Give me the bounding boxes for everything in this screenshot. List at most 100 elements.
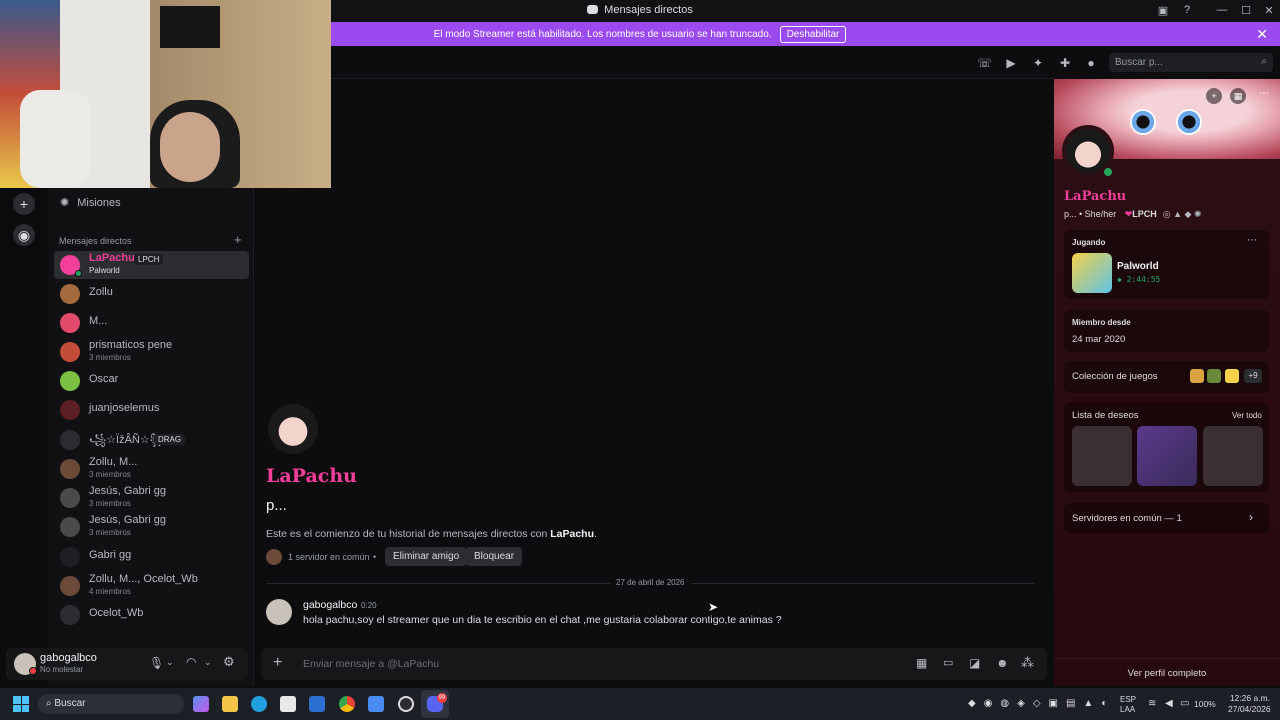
- mail-icon[interactable]: [309, 696, 325, 712]
- missions-item[interactable]: ✺ Misiones: [60, 196, 121, 209]
- wishlist-see-all[interactable]: Ver todo: [1232, 411, 1262, 420]
- new-dm-icon[interactable]: +: [234, 232, 242, 247]
- attach-plus-icon[interactable]: +: [273, 654, 282, 672]
- close-window-icon[interactable]: ✕: [1261, 4, 1277, 18]
- gift-icon[interactable]: ▦: [916, 656, 927, 670]
- gemini-icon[interactable]: [368, 696, 384, 712]
- volume-icon[interactable]: ◀: [1165, 698, 1173, 709]
- windows-start-icon[interactable]: [13, 696, 29, 712]
- composer-placeholder: Enviar mensaje a @LaPachu: [303, 658, 440, 670]
- avatar: [60, 517, 80, 537]
- tray-icons[interactable]: ◆◉◍◈◇▣▤▲◐: [968, 698, 1115, 709]
- profile-name: LaPachu: [1064, 189, 1127, 204]
- dm-name: Ocelot_Wb: [89, 607, 144, 619]
- chat-header: [331, 46, 1054, 79]
- edge-icon[interactable]: [251, 696, 267, 712]
- wishlist-item[interactable]: [1072, 426, 1132, 486]
- wishlist-card: Lista de deseos Ver todo: [1064, 402, 1269, 492]
- settings-gear-icon[interactable]: ⚙: [223, 654, 235, 670]
- message-avatar[interactable]: [266, 599, 292, 625]
- dm-list-item[interactable]: ꧁☆ÏžÂÑ☆꧂ DRAG: [54, 426, 249, 454]
- sticker-icon[interactable]: ◪: [969, 656, 980, 670]
- dm-name: M...: [89, 315, 108, 327]
- close-banner-icon[interactable]: ✕: [1256, 26, 1268, 43]
- wifi-icon[interactable]: ≋: [1148, 698, 1156, 709]
- chevron-down-icon[interactable]: ⌄: [166, 657, 174, 668]
- dm-list-item[interactable]: Jesús, Gabri gg 3 miembros: [54, 484, 249, 512]
- dm-list-item[interactable]: Oscar: [54, 367, 249, 395]
- chevron-down-icon[interactable]: ⌄: [204, 657, 212, 668]
- clock[interactable]: 12:26 a.m. 27/04/2026: [1228, 693, 1271, 715]
- dm-list-item[interactable]: Gabri gg: [54, 543, 249, 571]
- banner-eye-left: [1130, 109, 1156, 135]
- explore-icon[interactable]: ◉: [13, 224, 35, 246]
- disable-streamer-button[interactable]: Deshabilitar: [779, 25, 847, 43]
- minimize-icon[interactable]: —: [1214, 4, 1230, 18]
- block-button[interactable]: Bloquear: [466, 547, 523, 566]
- dm-list-item[interactable]: LaPachu LPCH Palworld: [54, 251, 249, 279]
- more-options-icon[interactable]: ⋯: [1256, 88, 1272, 104]
- activity-more-icon[interactable]: ⋯: [1247, 235, 1257, 246]
- dm-list-item[interactable]: M...: [54, 309, 249, 337]
- message-composer[interactable]: + Enviar mensaje a @LaPachu ▦ ▭ ◪ ☻ ⁂: [261, 648, 1047, 680]
- dnd-status-dot: [29, 667, 37, 675]
- taskbar-search[interactable]: ⌕ Buscar: [38, 694, 184, 714]
- user-name: gabogalbco: [40, 652, 97, 664]
- online-status-dot: [75, 270, 82, 277]
- intro-avatar[interactable]: [268, 404, 318, 454]
- gift-icon[interactable]: ▦: [1230, 88, 1246, 104]
- maximize-icon[interactable]: ☐: [1238, 4, 1254, 18]
- apps-icon[interactable]: ⁂: [1021, 655, 1034, 671]
- dm-subtext: 3 miembros: [89, 499, 131, 508]
- language-indicator[interactable]: ESP LAA: [1120, 695, 1136, 715]
- mutual-servers-card[interactable]: Servidores en común — 1 ›: [1064, 503, 1269, 533]
- dm-list-item[interactable]: juanjoselemus: [54, 396, 249, 424]
- mutual-servers-text[interactable]: 1 servidor en común: [288, 552, 370, 562]
- pin-icon[interactable]: ✦: [1031, 56, 1045, 70]
- dm-list-item[interactable]: Zollu, M... 3 miembros: [54, 455, 249, 483]
- inbox-icon[interactable]: ▣: [1155, 4, 1171, 18]
- remove-friend-button[interactable]: Eliminar amigo: [385, 547, 468, 566]
- profile-sub: p...: [1064, 209, 1077, 219]
- add-friends-icon[interactable]: ✚: [1058, 56, 1072, 70]
- add-friend-icon[interactable]: +: [1206, 88, 1222, 104]
- game-collection-more: +9: [1244, 369, 1262, 383]
- battery-icon[interactable]: ▭: [1180, 698, 1189, 709]
- game-collection-card[interactable]: Colección de juegos +9: [1064, 361, 1269, 393]
- game-collection-label: Colección de juegos: [1072, 371, 1158, 382]
- voice-call-icon[interactable]: ☏: [977, 56, 992, 70]
- intro-subname: p...: [266, 497, 287, 514]
- headphones-icon[interactable]: ◠: [186, 655, 196, 669]
- search-input[interactable]: Buscar p... ⌕: [1109, 53, 1273, 72]
- dm-list-item[interactable]: Zollu: [54, 280, 249, 308]
- file-explorer-icon[interactable]: [222, 696, 238, 712]
- message-author[interactable]: gabogalbco: [303, 599, 357, 611]
- copilot-icon[interactable]: [193, 696, 209, 712]
- mutual-servers-label: Servidores en común — 1: [1072, 513, 1182, 524]
- dm-list-item[interactable]: Zollu, M..., Ocelot_Wb 4 miembros: [54, 572, 249, 600]
- view-full-profile-link[interactable]: Ver perfil completo: [1054, 668, 1280, 679]
- dm-name: LaPachu: [89, 252, 135, 264]
- dm-list-item[interactable]: Jesús, Gabri gg 3 miembros: [54, 513, 249, 541]
- separator-dot: •: [373, 552, 377, 562]
- dm-name: prismaticos pene: [89, 339, 173, 351]
- store-icon[interactable]: [280, 696, 296, 712]
- webcam-overlay: [0, 0, 331, 188]
- obs-icon[interactable]: [398, 696, 414, 712]
- microphone-icon[interactable]: 🎙: [149, 656, 164, 670]
- webcam-chair: [20, 90, 90, 188]
- add-server-icon[interactable]: +: [13, 193, 35, 215]
- user-profile-icon[interactable]: ●: [1084, 56, 1098, 70]
- dm-list-item[interactable]: Ocelot_Wb: [54, 601, 249, 629]
- wishlist-item[interactable]: [1203, 426, 1263, 486]
- gif-icon[interactable]: ▭: [943, 656, 953, 669]
- emoji-icon[interactable]: ☻: [996, 656, 1009, 670]
- chrome-icon[interactable]: [339, 696, 355, 712]
- video-call-icon[interactable]: ▶: [1004, 56, 1018, 70]
- dm-list-item[interactable]: prismaticos pene 3 miembros: [54, 338, 249, 366]
- profile-footer-divider: [1054, 658, 1280, 659]
- webcam-face: [160, 112, 220, 182]
- game-time-row: ◆ 2:44:55: [1117, 275, 1160, 284]
- help-icon[interactable]: ?: [1179, 4, 1195, 18]
- wishlist-item[interactable]: [1137, 426, 1197, 486]
